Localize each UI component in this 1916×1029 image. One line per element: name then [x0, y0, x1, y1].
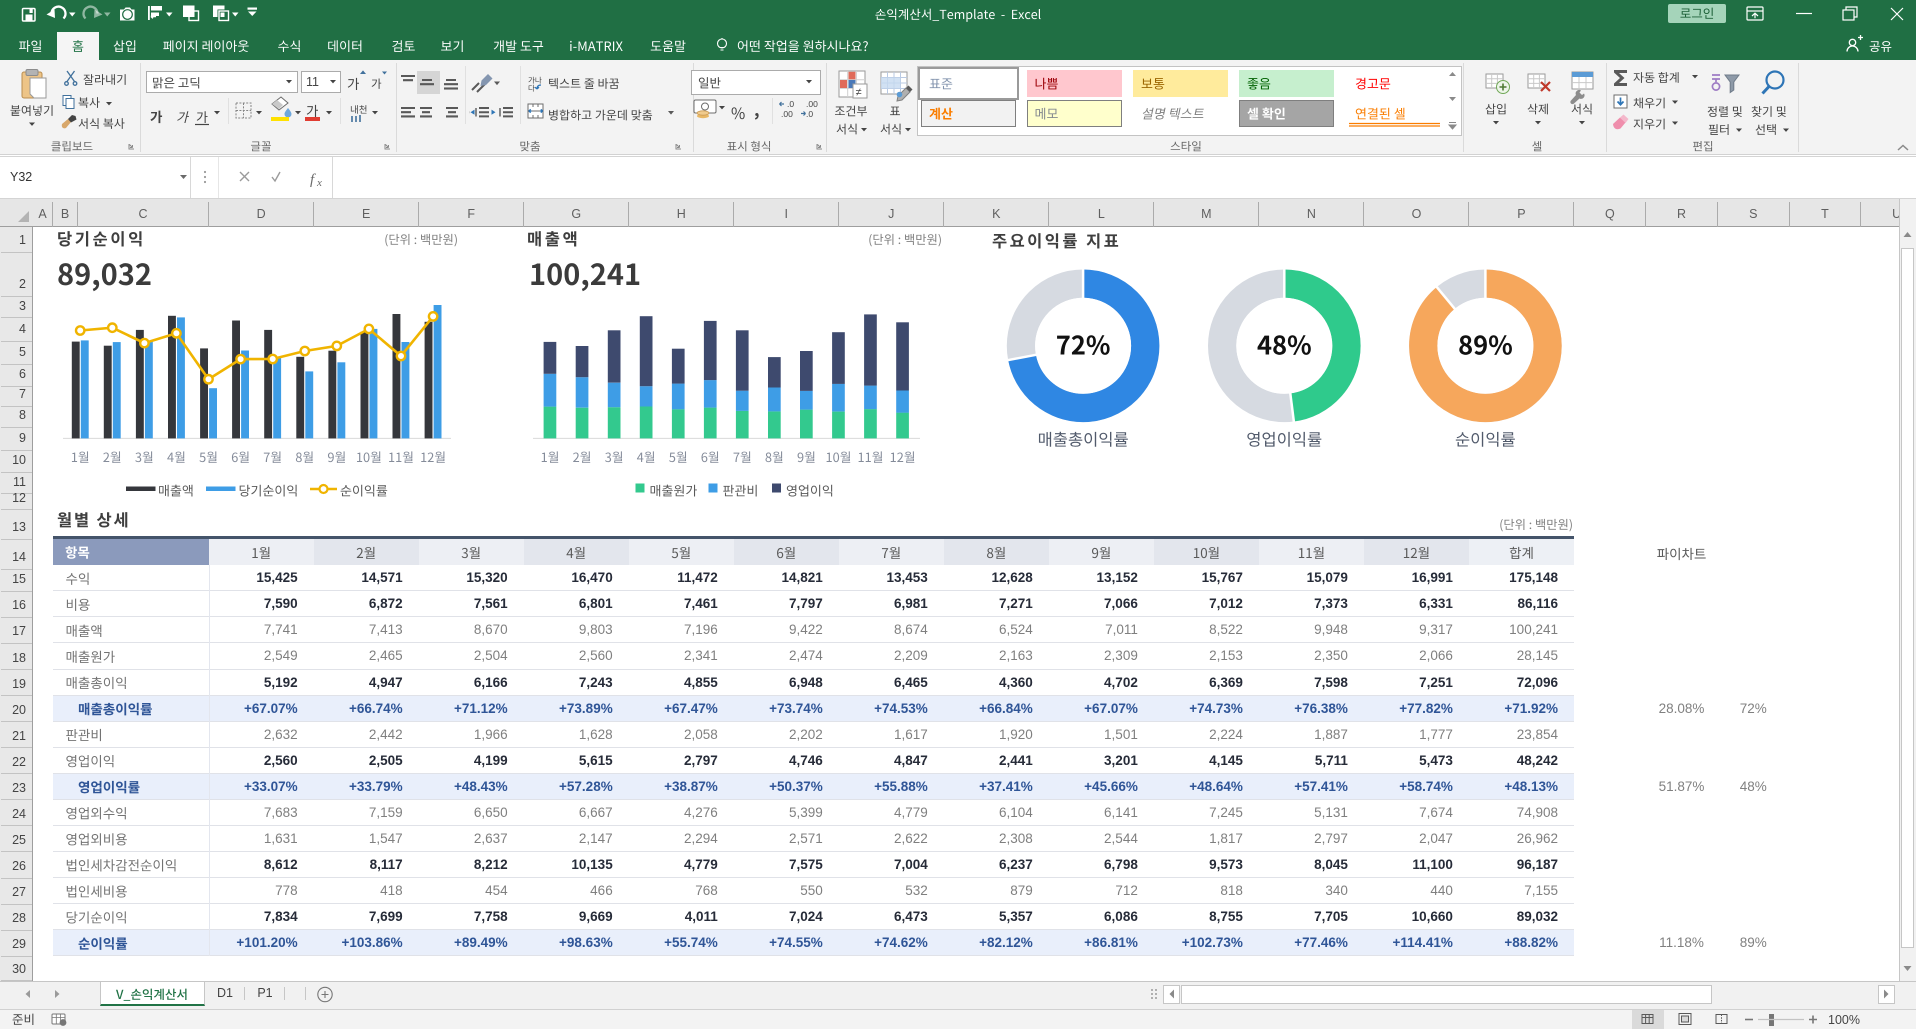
svg-text:x: x: [316, 177, 322, 189]
svg-text:f: f: [310, 172, 316, 188]
svg-text:≠: ≠: [856, 87, 862, 99]
svg-text:.0: .0: [787, 99, 794, 109]
svg-text:.00: .00: [781, 109, 793, 119]
svg-text:.0: .0: [806, 109, 813, 119]
svg-text:.00: .00: [806, 99, 818, 109]
